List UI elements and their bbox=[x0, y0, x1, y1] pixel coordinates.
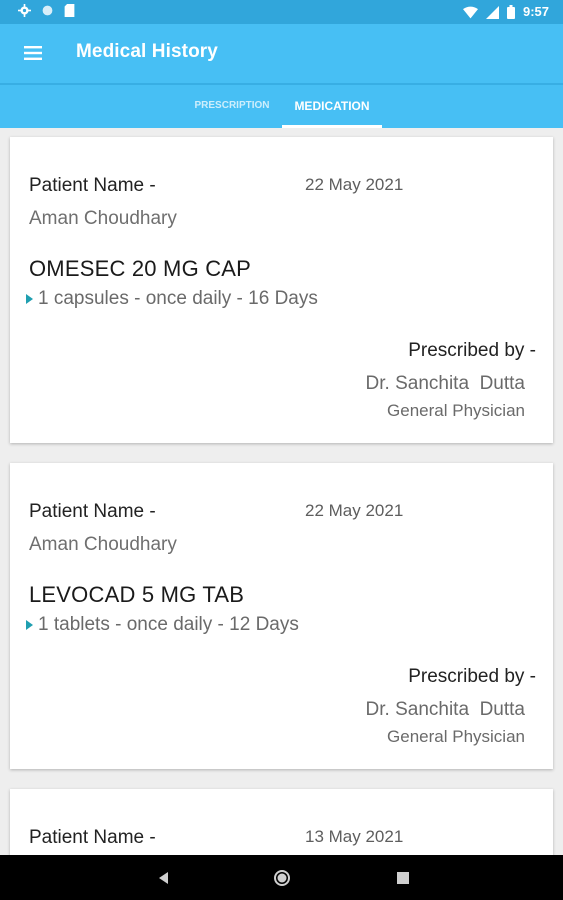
recents-icon[interactable] bbox=[393, 868, 413, 888]
circle-icon bbox=[41, 4, 54, 17]
medical-history-screen: 9:57 Medical History PRESCRIPTION MEDICA… bbox=[0, 0, 563, 900]
patient-name: Aman Choudhary bbox=[29, 534, 177, 555]
signal-icon bbox=[485, 5, 499, 19]
medicine-name: OMESEC 20 MG CAP bbox=[29, 256, 252, 281]
dosage-text: 1 capsules - once daily - 16 Days bbox=[38, 288, 318, 309]
hamburger-menu-icon[interactable] bbox=[24, 44, 44, 62]
dosage-row: 1 tablets - once daily - 12 Days bbox=[26, 614, 299, 636]
doctor-name: Dr. Sanchita Dutta bbox=[365, 699, 525, 720]
tab-medication[interactable]: MEDICATION bbox=[282, 85, 382, 128]
patient-name: Aman Choudhary bbox=[29, 208, 177, 229]
doctor-specialty: General Physician bbox=[387, 401, 525, 420]
doctor-specialty: General Physician bbox=[387, 727, 525, 746]
medication-card[interactable]: Patient Name - 13 May 2021 bbox=[10, 789, 553, 855]
patient-name-label: Patient Name - bbox=[29, 827, 156, 848]
doctor-name: Dr. Sanchita Dutta bbox=[365, 373, 525, 394]
battery-icon bbox=[506, 5, 515, 19]
medication-card[interactable]: Patient Name - 22 May 2021 Aman Choudhar… bbox=[10, 137, 553, 443]
medication-list[interactable]: Patient Name - 22 May 2021 Aman Choudhar… bbox=[0, 128, 563, 855]
prescription-date: 22 May 2021 bbox=[305, 175, 404, 194]
play-triangle-icon bbox=[26, 620, 33, 630]
status-left-icons bbox=[18, 4, 75, 17]
tab-prescription[interactable]: PRESCRIPTION bbox=[182, 85, 282, 128]
app-bar: Medical History bbox=[0, 24, 563, 84]
medicine-name: LEVOCAD 5 MG TAB bbox=[29, 582, 245, 607]
patient-name-label: Patient Name - bbox=[29, 175, 156, 196]
prescription-date: 13 May 2021 bbox=[305, 827, 404, 846]
wifi-icon bbox=[462, 6, 478, 19]
prescribed-by-label: Prescribed by - bbox=[408, 340, 536, 361]
dosage-text: 1 tablets - once daily - 12 Days bbox=[38, 614, 299, 635]
patient-name-label: Patient Name - bbox=[29, 501, 156, 522]
page-title: Medical History bbox=[76, 41, 218, 62]
status-bar: 9:57 bbox=[0, 0, 563, 24]
sd-card-icon bbox=[64, 4, 75, 17]
dosage-row: 1 capsules - once daily - 16 Days bbox=[26, 288, 318, 310]
gear-icon bbox=[18, 4, 31, 17]
prescription-date: 22 May 2021 bbox=[305, 501, 404, 520]
tab-bar: PRESCRIPTION MEDICATION bbox=[0, 85, 563, 128]
system-navigation-bar bbox=[0, 855, 563, 900]
home-icon[interactable] bbox=[272, 868, 292, 888]
status-right-icons: 9:57 bbox=[462, 3, 549, 21]
prescribed-by-label: Prescribed by - bbox=[408, 666, 536, 687]
play-triangle-icon bbox=[26, 294, 33, 304]
medication-card[interactable]: Patient Name - 22 May 2021 Aman Choudhar… bbox=[10, 463, 553, 769]
status-time: 9:57 bbox=[522, 4, 549, 19]
back-icon[interactable] bbox=[154, 868, 174, 888]
